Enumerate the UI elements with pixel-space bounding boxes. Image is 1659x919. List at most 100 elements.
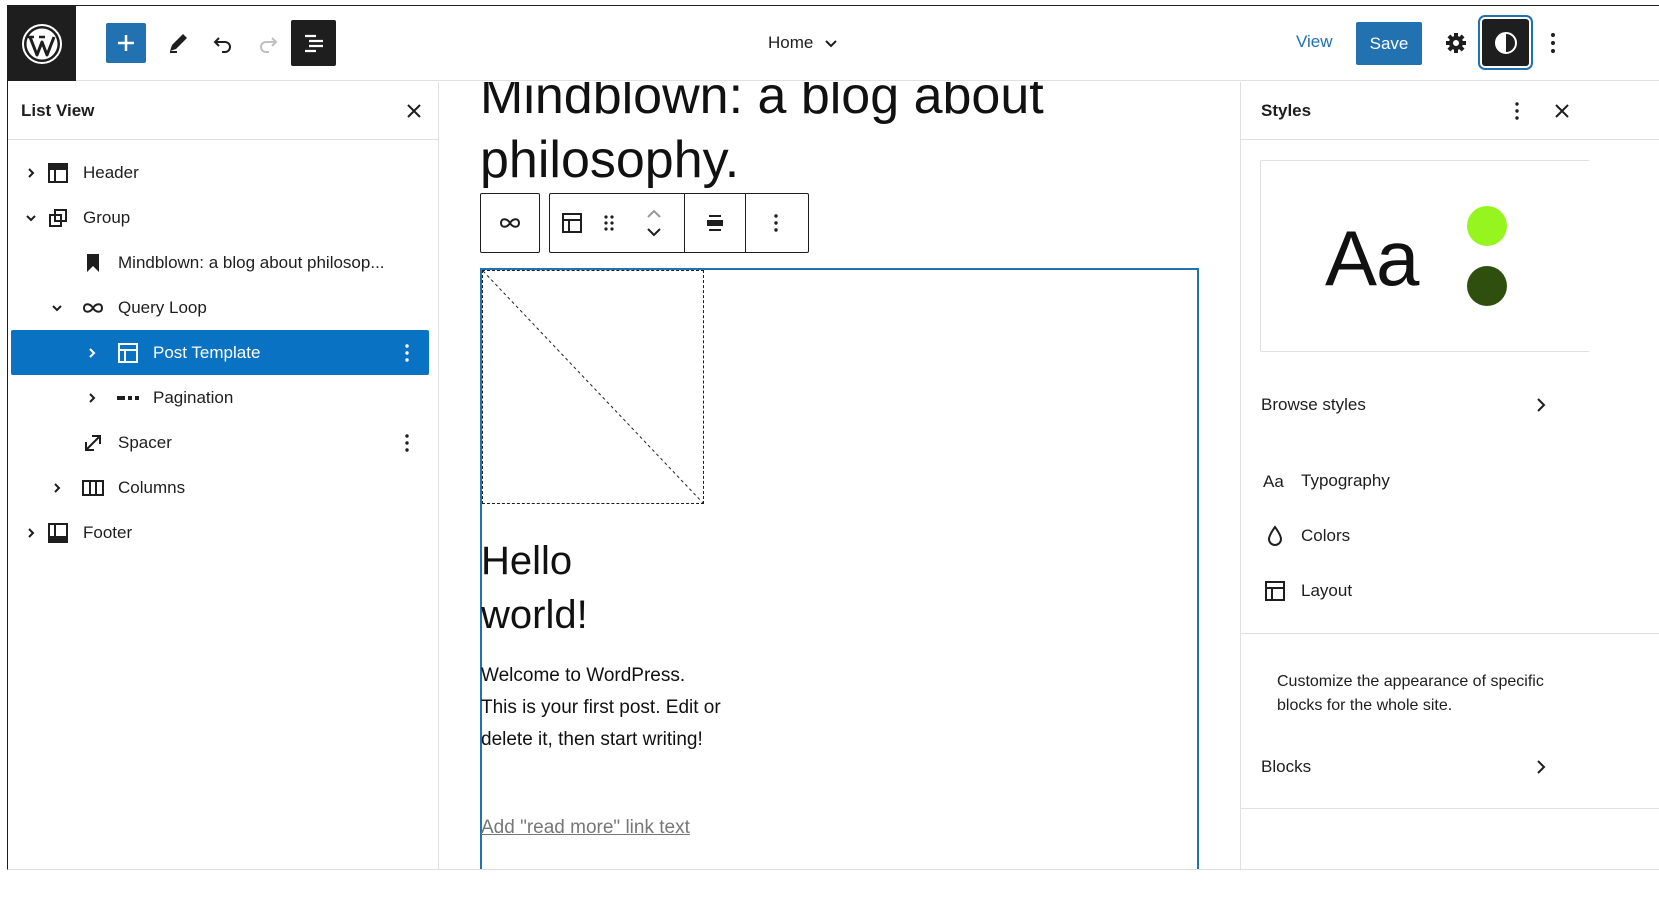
chevron-right-icon[interactable]	[49, 480, 65, 496]
chevron-right-icon[interactable]	[84, 390, 100, 406]
list-item-label: Post Template	[153, 342, 261, 362]
chevron-right-icon[interactable]	[23, 525, 39, 541]
block-type-button[interactable]	[550, 194, 594, 252]
list-item-spacer[interactable]: Spacer	[11, 420, 429, 465]
chevron-right-icon[interactable]	[23, 165, 39, 181]
list-item-pagination[interactable]: Pagination	[11, 375, 429, 420]
more-vertical-icon	[1551, 33, 1555, 53]
editor-canvas[interactable]: Mindblown: a blog about philosophy. Hell…	[440, 82, 1239, 869]
document-title: Home	[768, 33, 814, 52]
block-controls-group	[549, 193, 809, 253]
tools-button[interactable]	[158, 23, 198, 63]
typography-icon: Aa	[1261, 467, 1289, 495]
contrast-icon	[1494, 31, 1517, 54]
chevron-right-icon[interactable]	[84, 345, 100, 361]
more-vertical-icon	[774, 214, 778, 232]
list-item-group[interactable]: Group	[11, 195, 429, 240]
add-block-button[interactable]	[106, 23, 146, 63]
loop-icon	[80, 295, 106, 321]
align-button[interactable]	[685, 194, 745, 252]
svg-text:Aa: Aa	[1263, 472, 1284, 490]
resize-arrow-icon	[80, 430, 106, 456]
list-item-columns[interactable]: Columns	[11, 465, 429, 510]
parent-block-group	[480, 193, 540, 253]
list-item-post-template[interactable]: Post Template	[11, 330, 429, 375]
style-preview-card[interactable]: Aa	[1260, 160, 1590, 352]
block-options-button[interactable]	[746, 194, 806, 252]
close-list-view-button[interactable]	[402, 99, 426, 123]
browse-styles-button[interactable]: Browse styles	[1261, 390, 1561, 420]
post-excerpt[interactable]: Welcome to WordPress. This is your first…	[481, 660, 721, 756]
more-vertical-icon	[405, 343, 409, 362]
wordpress-logo-button[interactable]	[8, 6, 76, 81]
chevron-up-icon[interactable]	[646, 209, 662, 219]
block-options-button[interactable]	[397, 340, 417, 366]
close-styles-button[interactable]	[1550, 99, 1574, 123]
undo-icon	[213, 37, 231, 53]
gear-icon	[1446, 33, 1466, 53]
view-link[interactable]: View	[1296, 32, 1333, 52]
list-item-footer[interactable]: Footer	[11, 510, 429, 555]
list-view-toggle-button[interactable]	[291, 20, 336, 66]
columns-icon	[80, 475, 106, 501]
list-item-heading[interactable]: Mindblown: a blog about philosop...	[11, 240, 429, 285]
layout-label: Layout	[1301, 581, 1353, 600]
post-title[interactable]: Hello world!	[481, 534, 681, 642]
read-more-link[interactable]: Add "read more" link text	[481, 812, 711, 843]
chevron-down-icon	[825, 40, 838, 48]
typography-button[interactable]: Aa Typography	[1261, 466, 1390, 496]
options-menu-button[interactable]	[1538, 23, 1568, 63]
bottom-margin	[0, 870, 1659, 919]
styles-title: Styles	[1261, 101, 1312, 120]
block-toolbar	[480, 193, 809, 253]
wordpress-icon	[22, 23, 62, 64]
site-heading[interactable]: Mindblown: a blog about philosophy.	[480, 82, 1080, 192]
layout-icon	[1261, 577, 1289, 605]
featured-image-placeholder[interactable]	[482, 270, 704, 504]
align-center-icon	[707, 215, 723, 231]
move-buttons	[624, 194, 684, 252]
droplet-icon	[1261, 522, 1289, 550]
block-options-button[interactable]	[397, 430, 417, 456]
select-parent-query-loop-button[interactable]	[481, 194, 539, 252]
blocks-button[interactable]: Blocks	[1261, 752, 1561, 782]
pagination-icon	[115, 385, 141, 411]
document-title-dropdown[interactable]: Home	[768, 30, 839, 56]
colors-button[interactable]: Colors	[1261, 521, 1350, 551]
drag-handle[interactable]	[594, 194, 624, 252]
list-item-label: Columns	[118, 477, 186, 497]
list-item-label: Mindblown: a blog about philosop...	[118, 252, 385, 272]
list-view-panel: List View Header Group Mindblown: a blog…	[8, 82, 439, 869]
styles-panel: Styles Aa Browse styles Aa Typography Co…	[1240, 82, 1659, 869]
styles-options-button[interactable]	[1505, 99, 1529, 123]
list-item-label: Header	[83, 162, 139, 182]
redo-button[interactable]	[248, 23, 288, 63]
list-view-title: List View	[21, 100, 95, 120]
template-layout-icon	[562, 213, 582, 233]
styles-header: Styles	[1241, 82, 1659, 140]
footer-template-icon	[45, 520, 71, 546]
chevron-down-icon[interactable]	[23, 210, 39, 226]
layout-button[interactable]: Layout	[1261, 576, 1352, 606]
editor-frame: Home View Save List View Header Group Mi…	[7, 5, 1659, 870]
styles-toggle-button[interactable]	[1482, 19, 1529, 66]
bookmark-icon	[80, 250, 106, 276]
save-button[interactable]: Save	[1356, 22, 1422, 65]
chevron-down-icon[interactable]	[49, 300, 65, 316]
drag-handle-icon	[604, 215, 614, 231]
chevron-down-icon[interactable]	[646, 227, 662, 237]
group-icon	[45, 205, 71, 231]
redo-icon	[260, 37, 278, 53]
list-item-header[interactable]: Header	[11, 150, 429, 195]
plus-icon	[118, 35, 134, 51]
list-item-query-loop[interactable]: Query Loop	[11, 285, 429, 330]
settings-button[interactable]	[1436, 23, 1476, 63]
panel-divider	[1241, 633, 1659, 634]
close-icon	[407, 103, 421, 118]
list-view-icon	[304, 34, 323, 53]
pencil-icon	[170, 34, 187, 53]
undo-button[interactable]	[203, 23, 243, 63]
loop-icon	[499, 218, 521, 228]
blocks-label: Blocks	[1261, 757, 1312, 776]
list-view-header: List View	[8, 82, 438, 140]
